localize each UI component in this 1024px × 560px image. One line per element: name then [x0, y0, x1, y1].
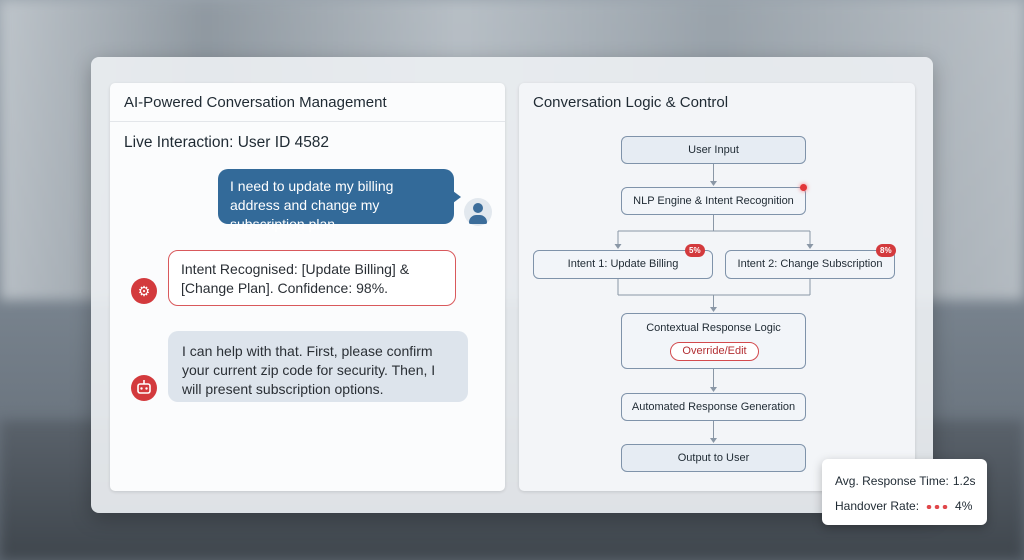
- user-message-bubble: I need to update my billing address and …: [218, 169, 461, 232]
- node-label: User Input: [688, 144, 739, 156]
- node-output-to-user[interactable]: Output to User: [621, 444, 806, 472]
- node-label: Automated Response Generation: [631, 401, 796, 413]
- alert-dot: [800, 184, 807, 191]
- metrics-card: Avg. Response Time: 1.2s Handover Rate: 4%: [822, 459, 987, 525]
- intent1-badge: 5%: [685, 244, 705, 257]
- node-label: Intent 2: Change Subscription: [737, 258, 883, 270]
- node-label: Intent 1: Update Billing: [567, 258, 679, 270]
- user-avatar-icon: [464, 198, 492, 226]
- handover-indicator-dots: [925, 504, 950, 509]
- node-contextual-response-logic[interactable]: Contextual Response Logic Override/Edit: [621, 313, 806, 369]
- robot-icon-svg: [137, 380, 151, 394]
- response-time-label: Avg. Response Time:: [835, 474, 949, 488]
- node-label: NLP Engine & Intent Recognition: [633, 195, 794, 207]
- robot-icon: [131, 375, 157, 401]
- response-time-value: 1.2s: [952, 474, 976, 488]
- intent2-badge: 8%: [876, 244, 896, 257]
- node-label: Output to User: [677, 452, 750, 464]
- intent-message-bubble: Intent Recognised: [Update Billing] & [C…: [168, 250, 456, 306]
- response-time-row: Avg. Response Time: 1.2s: [835, 474, 976, 488]
- node-nlp-engine[interactable]: NLP Engine & Intent Recognition: [621, 187, 806, 215]
- node-intent-change-subscription[interactable]: Intent 2: Change Subscription: [725, 250, 895, 279]
- panel-divider: [110, 121, 505, 122]
- handover-rate-value: 4%: [955, 499, 973, 513]
- node-label: Contextual Response Logic: [646, 322, 781, 334]
- logic-panel: Conversation Logic & Control User Input …: [519, 83, 915, 491]
- handover-rate-row: Handover Rate: 4%: [835, 499, 972, 513]
- node-automated-response[interactable]: Automated Response Generation: [621, 393, 806, 421]
- handover-rate-label: Handover Rate:: [835, 499, 920, 513]
- panel-title: AI-Powered Conversation Management: [124, 94, 387, 111]
- override-edit-button[interactable]: Override/Edit: [670, 342, 759, 361]
- conversation-panel: AI-Powered Conversation Management Live …: [110, 83, 505, 491]
- gear-target-icon: ⚙: [131, 278, 157, 304]
- node-user-input[interactable]: User Input: [621, 136, 806, 164]
- avatar-head: [473, 203, 483, 213]
- live-interaction-title: Live Interaction: User ID 4582: [124, 134, 330, 151]
- avatar-torso: [469, 215, 487, 224]
- bot-message-bubble: I can help with that. First, please conf…: [168, 331, 468, 402]
